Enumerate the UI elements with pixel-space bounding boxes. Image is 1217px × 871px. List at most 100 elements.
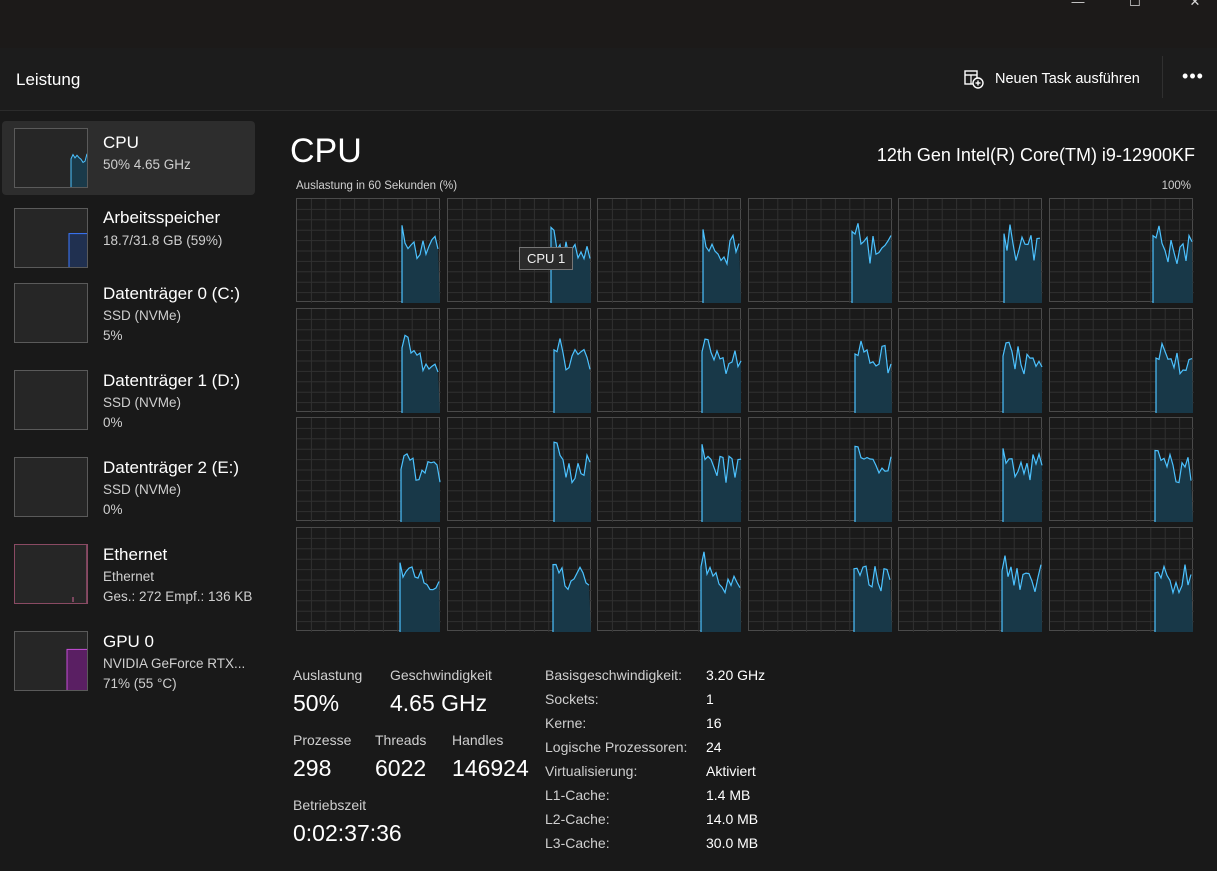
core-tooltip: CPU 1 — [519, 247, 574, 270]
sidebar-item-name: Datenträger 0 (C:) — [103, 284, 240, 303]
performance-sidebar: CPU 50% 4.65 GHz Arbeitsspeicher 18.7/31… — [0, 111, 270, 871]
core-graph — [1049, 417, 1194, 522]
core-graph — [597, 527, 742, 632]
sidebar-item-name: Datenträger 2 (E:) — [103, 458, 240, 477]
sidebar-item-name: Arbeitsspeicher — [103, 208, 221, 227]
gpu-mini-graph — [14, 631, 88, 691]
core-graph — [898, 198, 1043, 303]
sockets-label: Sockets: — [545, 691, 599, 707]
graph-caption: Auslastung in 60 Sekunden (%) — [296, 180, 458, 192]
speed-value: 4.65 GHz — [390, 690, 488, 716]
cores-label: Kerne: — [545, 715, 587, 731]
minimize-button[interactable]: — — [1058, 0, 1098, 10]
sockets-value: 1 — [706, 691, 714, 707]
sidebar-item-gpu[interactable]: GPU 0 NVIDIA GeForce RTX... 71% (55 °C) — [2, 631, 255, 705]
sidebar-item-detail: Ethernet — [103, 569, 155, 584]
core-graph — [597, 417, 742, 522]
disk-2-mini-graph — [14, 457, 88, 517]
sidebar-item-name: Ethernet — [103, 545, 168, 564]
processes-label: Prozesse — [293, 732, 352, 748]
l1-cache-value: 1.4 MB — [706, 787, 751, 803]
logical-processors-value: 24 — [706, 739, 722, 755]
page-title: Leistung — [16, 70, 81, 89]
handles-value: 146924 — [452, 755, 529, 781]
l1-cache-label: L1-Cache: — [545, 787, 610, 803]
processes-value: 298 — [293, 755, 332, 781]
core-graph — [296, 527, 441, 632]
sidebar-item-detail: 5% — [103, 328, 123, 343]
sidebar-item-ethernet[interactable]: Ethernet Ethernet Ges.: 272 Empf.: 136 K… — [2, 544, 255, 618]
core-graph — [447, 417, 592, 522]
core-graph — [447, 527, 592, 632]
utilization-label: Auslastung — [293, 667, 363, 683]
base-speed-label: Basisgeschwindigkeit: — [545, 667, 682, 683]
sidebar-item-detail: Ges.: 272 Empf.: 136 KB — [103, 589, 253, 604]
handles-label: Handles — [452, 732, 504, 748]
logical-processors-label: Logische Prozessoren: — [545, 739, 688, 755]
run-new-task-button[interactable]: Neuen Task ausführen — [963, 64, 1140, 94]
cores-value: 16 — [706, 715, 722, 731]
run-task-icon — [963, 69, 985, 89]
core-graph — [748, 198, 893, 303]
sidebar-item-detail: SSD (NVMe) — [103, 395, 182, 410]
sidebar-item-cpu[interactable]: CPU 50% 4.65 GHz — [2, 121, 255, 195]
core-graph — [1049, 527, 1194, 632]
l3-cache-label: L3-Cache: — [545, 835, 610, 851]
core-graph — [1049, 308, 1194, 413]
sidebar-item-detail: 0% — [103, 415, 123, 430]
base-speed-value: 3.20 GHz — [706, 667, 766, 683]
cpu-model-name: 12th Gen Intel(R) Core(TM) i9-12900KF — [876, 145, 1195, 165]
sidebar-item-disk-1[interactable]: Datenträger 1 (D:) SSD (NVMe) 0% — [2, 370, 255, 444]
core-graph — [748, 417, 893, 522]
page-heading: CPU — [290, 132, 362, 170]
threads-label: Threads — [375, 732, 427, 748]
core-graph — [597, 198, 742, 303]
sidebar-item-memory[interactable]: Arbeitsspeicher 18.7/31.8 GB (59%) — [2, 206, 255, 280]
core-graph — [296, 417, 441, 522]
sidebar-item-detail: 71% (55 °C) — [103, 676, 177, 691]
close-button[interactable]: ✕ — [1175, 0, 1215, 10]
window-titlebar: — ☐ ✕ — [0, 0, 1217, 48]
sidebar-item-detail: SSD (NVMe) — [103, 482, 182, 497]
utilization-value: 50% — [293, 690, 340, 716]
disk-1-mini-graph — [14, 370, 88, 430]
run-task-label: Neuen Task ausführen — [995, 71, 1140, 87]
core-graph — [748, 308, 893, 413]
core-graph — [296, 198, 441, 303]
core-graph — [898, 527, 1043, 632]
sidebar-item-name: GPU 0 — [103, 632, 155, 651]
core-graph — [296, 308, 441, 413]
core-graph — [898, 417, 1043, 522]
uptime-label: Betriebszeit — [293, 797, 367, 813]
core-graph — [898, 308, 1043, 413]
page-header: Leistung Neuen Task ausführen ••• — [0, 48, 1217, 111]
disk-0-mini-graph — [14, 283, 88, 343]
sidebar-item-detail: 0% — [103, 502, 123, 517]
l3-cache-value: 30.0 MB — [706, 835, 759, 851]
header-divider — [1162, 56, 1163, 98]
sidebar-item-detail: SSD (NVMe) — [103, 308, 182, 323]
speed-label: Geschwindigkeit — [390, 667, 492, 683]
graph-max-label: 100% — [1161, 180, 1191, 192]
core-graph — [748, 527, 893, 632]
sidebar-item-detail: NVIDIA GeForce RTX... — [103, 656, 246, 671]
more-options-button[interactable]: ••• — [1180, 66, 1206, 90]
threads-value: 6022 — [375, 755, 427, 781]
ethernet-mini-graph — [14, 544, 88, 604]
core-graph — [1049, 198, 1194, 303]
virtualization-value: Aktiviert — [706, 763, 756, 779]
sidebar-item-detail: 50% 4.65 GHz — [103, 157, 191, 172]
core-graph — [447, 308, 592, 413]
uptime-value: 0:02:37:36 — [293, 820, 402, 846]
sidebar-item-name: CPU — [103, 133, 139, 152]
virtualization-label: Virtualisierung: — [545, 763, 638, 779]
sidebar-item-name: Datenträger 1 (D:) — [103, 371, 240, 390]
sidebar-item-disk-2[interactable]: Datenträger 2 (E:) SSD (NVMe) 0% — [2, 457, 255, 531]
cpu-mini-graph — [14, 128, 88, 188]
l2-cache-label: L2-Cache: — [545, 811, 610, 827]
memory-mini-graph — [14, 208, 88, 268]
sidebar-item-disk-0[interactable]: Datenträger 0 (C:) SSD (NVMe) 5% — [2, 283, 255, 357]
sidebar-item-detail: 18.7/31.8 GB (59%) — [103, 233, 223, 248]
maximize-button[interactable]: ☐ — [1115, 0, 1155, 10]
core-graph — [597, 308, 742, 413]
